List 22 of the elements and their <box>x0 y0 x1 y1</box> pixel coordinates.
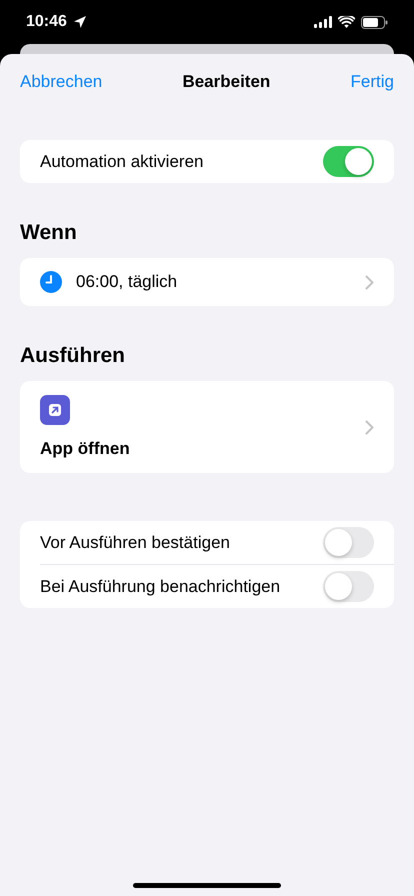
clock-icon <box>40 271 62 293</box>
app-open-icon <box>40 395 70 425</box>
toggle-switch[interactable] <box>323 571 374 602</box>
toggle-label: Bei Ausführung benachrichtigen <box>40 576 280 596</box>
toggle-label: Vor Ausführen bestätigen <box>40 532 230 552</box>
chevron-icon <box>365 420 374 434</box>
toggle-switch[interactable] <box>323 527 374 558</box>
chevron-icon <box>365 274 374 290</box>
action-row[interactable]: App öffnen <box>20 381 394 473</box>
battery-icon <box>361 16 388 28</box>
section-heading: Ausführen <box>20 344 126 368</box>
wifi-icon <box>338 16 355 28</box>
location-arrow-icon <box>72 15 87 29</box>
trigger-label: 06:00, täglich <box>76 272 178 292</box>
status-time: 10:46 <box>26 13 67 31</box>
section-heading: Wenn <box>20 221 78 245</box>
toggle-label: Automation aktivieren <box>40 152 204 172</box>
action-label: App öffnen <box>40 439 130 459</box>
sheet-title: Bearbeiten <box>182 72 270 92</box>
toggle-switch[interactable] <box>323 146 374 177</box>
trigger-row[interactable]: 06:00, täglich <box>20 258 394 306</box>
signal-icon <box>314 16 332 28</box>
